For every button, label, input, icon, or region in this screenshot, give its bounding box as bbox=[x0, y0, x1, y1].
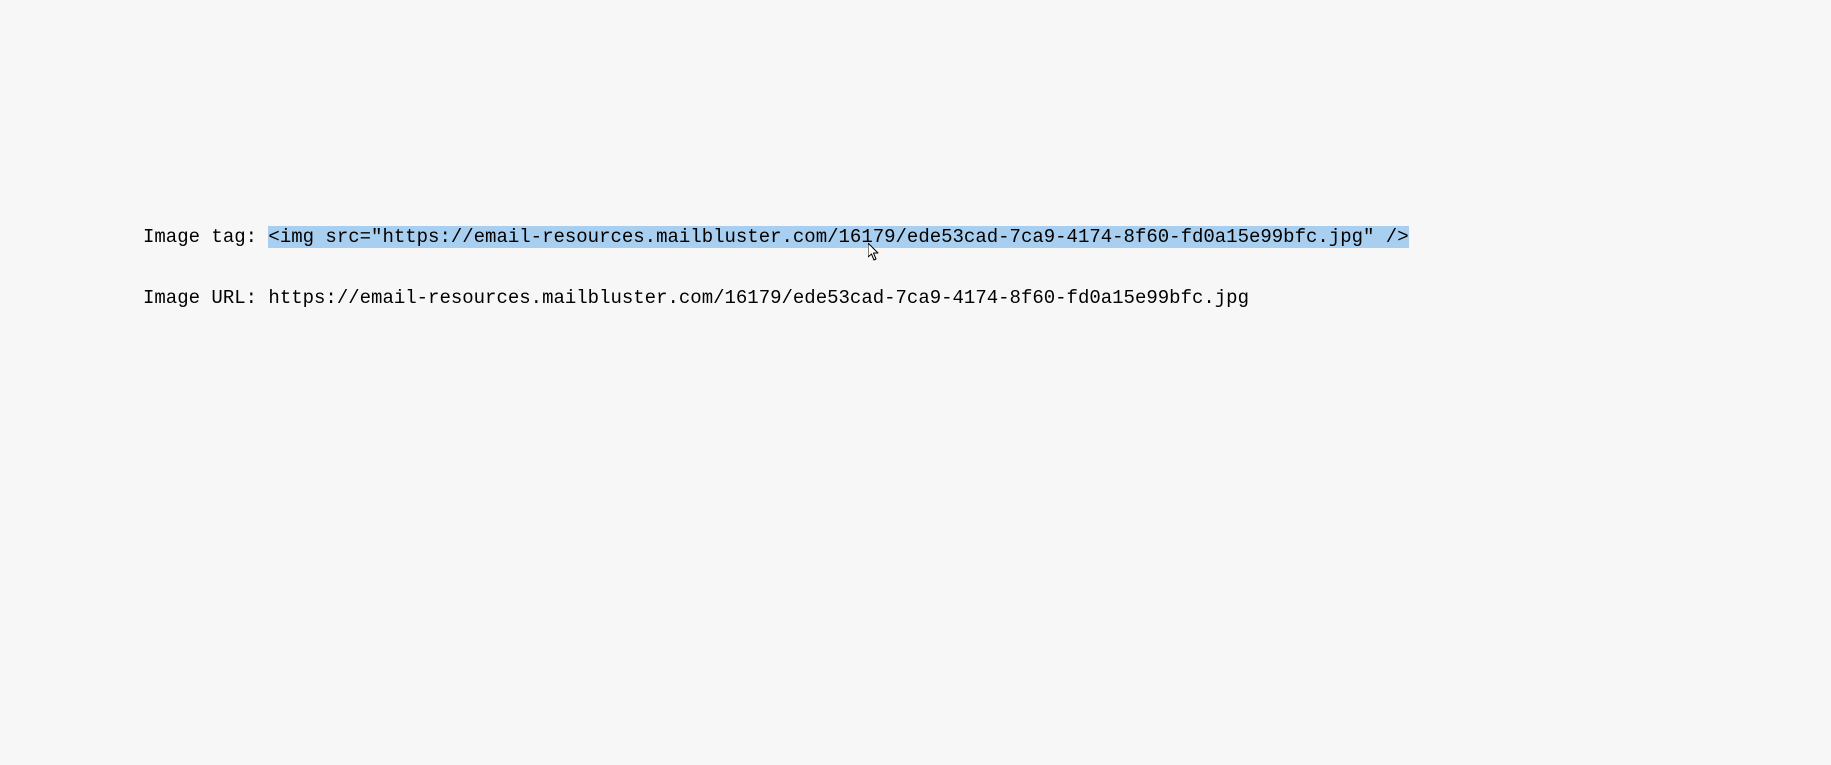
image-url-label: Image URL: bbox=[143, 287, 268, 309]
image-url-row: Image URL: https://email-resources.mailb… bbox=[143, 287, 1409, 310]
image-tag-value[interactable]: <img src="https://email-resources.mailbl… bbox=[268, 226, 1408, 248]
image-tag-row: Image tag: <img src="https://email-resou… bbox=[143, 226, 1409, 249]
image-url-value[interactable]: https://email-resources.mailbluster.com/… bbox=[268, 287, 1249, 309]
content-block: Image tag: <img src="https://email-resou… bbox=[143, 226, 1409, 348]
image-tag-label: Image tag: bbox=[143, 226, 268, 248]
